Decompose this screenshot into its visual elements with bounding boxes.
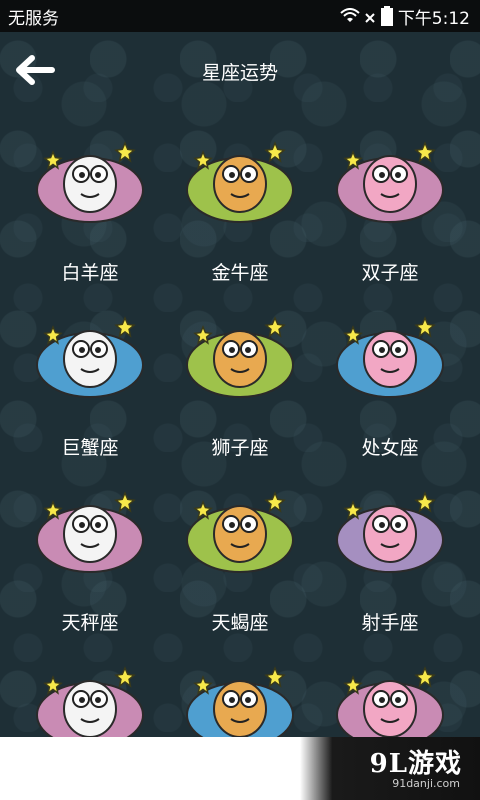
zodiac-grid: 白羊座 金牛座 双子座 巨蟹座 狮子座 处女座 天秤座 天蝎座 射手座	[0, 132, 480, 737]
gemini-twins-icon	[336, 141, 444, 223]
zodiac-tile[interactable]: 射手座	[315, 482, 465, 657]
zodiac-label: 处女座	[361, 437, 419, 459]
zodiac-label: 白羊座	[61, 262, 119, 284]
zodiac-tile[interactable]: 白羊座	[15, 132, 165, 307]
bottom-area: 9L游戏 91danji.com	[0, 737, 480, 800]
zodiac-tile[interactable]: 金牛座	[165, 132, 315, 307]
carrier-text: 无服务	[8, 8, 59, 29]
sagittarius-bow-icon	[336, 491, 444, 573]
zodiac-tile[interactable]: 天蝎座	[165, 482, 315, 657]
zodiac-tile[interactable]: 处女座	[315, 307, 465, 482]
watermark-banner: 9L游戏 91danji.com	[300, 737, 480, 800]
zodiac-label: 金牛座	[211, 262, 269, 284]
taurus-bull-icon	[186, 141, 294, 223]
zodiac-tile[interactable]	[15, 657, 165, 737]
zodiac-label: 天蝎座	[211, 612, 269, 634]
status-bar: 无服务 下午5:12	[0, 0, 480, 32]
zodiac-tile[interactable]: 双子座	[315, 132, 465, 307]
leo-lion-icon	[186, 316, 294, 398]
zodiac-tile[interactable]: 狮子座	[165, 307, 315, 482]
zodiac-tile[interactable]	[165, 657, 315, 737]
pisces-fish-icon	[336, 666, 444, 737]
zodiac-label: 射手座	[361, 612, 419, 634]
wifi-icon	[340, 8, 360, 22]
watermark-url: 91danji.com	[392, 777, 460, 790]
capricorn-goat-icon	[36, 666, 144, 737]
scorpio-scorpion-icon	[186, 491, 294, 573]
status-icons: 下午5:12	[340, 4, 470, 29]
zodiac-label: 双子座	[361, 262, 419, 284]
zodiac-label: 巨蟹座	[61, 437, 119, 459]
page-title: 星座运势	[201, 62, 278, 84]
clock: 下午5:12	[397, 8, 470, 29]
aquarius-icon	[186, 666, 294, 737]
watermark-logo: 9L游戏	[369, 749, 462, 779]
zodiac-tile[interactable]	[315, 657, 465, 737]
cancer-crab-icon	[36, 316, 144, 398]
title-bar: 星座运势	[0, 32, 480, 108]
zodiac-tile[interactable]: 巨蟹座	[15, 307, 165, 482]
no-signal-icon	[365, 13, 375, 23]
virgo-girl-icon	[336, 316, 444, 398]
libra-scale-icon	[36, 491, 144, 573]
zodiac-label: 狮子座	[211, 437, 269, 459]
zodiac-tile[interactable]: 天秤座	[15, 482, 165, 657]
battery-icon	[380, 6, 393, 26]
zodiac-screen: 星座运势 白羊座 金牛座 双子座 巨蟹座 狮子座 处女座 天秤座 天蝎座 射手座	[0, 32, 480, 737]
zodiac-label: 天秤座	[61, 612, 119, 634]
aries-sheep-icon	[36, 141, 144, 223]
